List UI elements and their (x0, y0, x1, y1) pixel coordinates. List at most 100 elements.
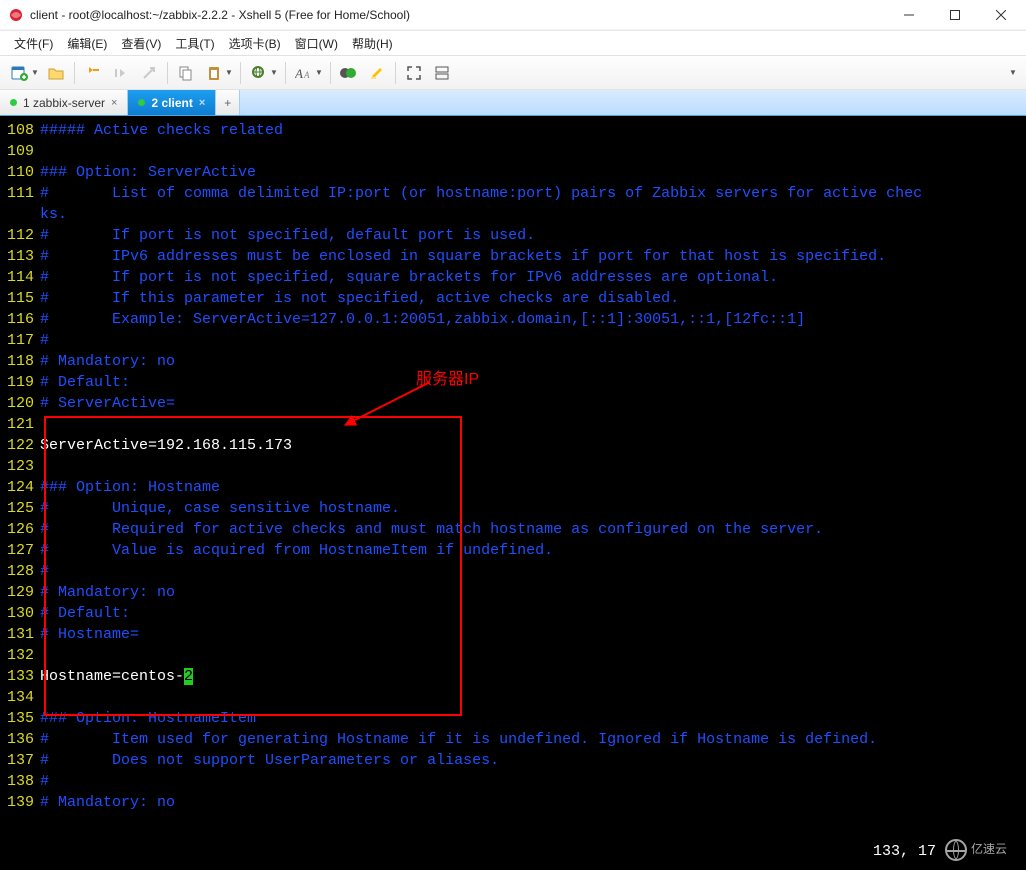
line-number: 136 (2, 729, 40, 750)
color-scheme-button[interactable] (336, 60, 362, 86)
paste-button[interactable] (201, 60, 227, 86)
line-number: 135 (2, 708, 40, 729)
highlight-button[interactable] (364, 60, 390, 86)
paste-dropdown-icon[interactable]: ▼ (225, 68, 233, 77)
tabstrip: 1 zabbix-server × 2 client × + ◄ ► (0, 90, 1026, 116)
line-text: # Required for active checks and must ma… (40, 519, 1026, 540)
cursor-position: 133, 17 (873, 841, 936, 862)
find-dropdown-icon[interactable]: ▼ (270, 68, 278, 77)
tab-label: 1 zabbix-server (23, 96, 105, 110)
menu-file[interactable]: 文件(F) (8, 31, 59, 56)
line-number: 132 (2, 645, 40, 666)
line-text: ServerActive=192.168.115.173 (40, 435, 1026, 456)
new-session-dropdown-icon[interactable]: ▼ (31, 68, 39, 77)
line-number: 131 (2, 624, 40, 645)
line-text: # Mandatory: no (40, 351, 1026, 372)
line-text: # Hostname= (40, 624, 1026, 645)
line-text: # ServerActive= (40, 393, 1026, 414)
line-number: 129 (2, 582, 40, 603)
svg-text:A: A (303, 70, 310, 80)
status-dot-icon (10, 99, 17, 106)
font-dropdown-icon[interactable]: ▼ (315, 68, 323, 77)
menu-tabs[interactable]: 选项卡(B) (223, 31, 287, 56)
line-text (40, 687, 1026, 708)
reconnect-button[interactable] (80, 60, 106, 86)
line-text: # Default: (40, 603, 1026, 624)
close-icon[interactable]: × (111, 97, 117, 109)
terminal-area[interactable]: 108##### Active checks related109110### … (0, 116, 1026, 870)
line-number: 114 (2, 267, 40, 288)
line-number: 124 (2, 477, 40, 498)
new-session-button[interactable] (7, 60, 33, 86)
maximize-button[interactable] (932, 0, 978, 30)
line-text: # Does not support UserParameters or ali… (40, 750, 1026, 771)
close-icon[interactable]: × (199, 97, 205, 109)
app-icon (8, 7, 24, 23)
line-text: # (40, 330, 1026, 351)
line-text (40, 645, 1026, 666)
menu-edit[interactable]: 编辑(E) (61, 31, 113, 56)
copy-button[interactable] (173, 60, 199, 86)
menu-window[interactable]: 窗口(W) (289, 31, 344, 56)
separator-icon (167, 62, 168, 84)
print-button[interactable] (136, 60, 162, 86)
toolbar-overflow-icon[interactable]: ▼ (1009, 68, 1017, 77)
menubar: 文件(F) 编辑(E) 查看(V) 工具(T) 选项卡(B) 窗口(W) 帮助(… (0, 30, 1026, 56)
line-number (2, 204, 40, 225)
line-number: 108 (2, 120, 40, 141)
line-number: 111 (2, 183, 40, 204)
line-text: # (40, 771, 1026, 792)
line-text: ### Option: Hostname (40, 477, 1026, 498)
line-text: # Item used for generating Hostname if i… (40, 729, 1026, 750)
line-number: 121 (2, 414, 40, 435)
line-text: ks. (40, 204, 1026, 225)
disconnect-button[interactable] (108, 60, 134, 86)
line-number: 123 (2, 456, 40, 477)
line-text: # IPv6 addresses must be enclosed in squ… (40, 246, 1026, 267)
tab-client[interactable]: 2 client × (128, 90, 216, 115)
tab-label: 2 client (151, 96, 192, 110)
line-text: # Example: ServerActive=127.0.0.1:20051,… (40, 309, 1026, 330)
line-number: 127 (2, 540, 40, 561)
line-text: # Default: (40, 372, 1026, 393)
line-number: 112 (2, 225, 40, 246)
plus-icon: + (224, 96, 231, 110)
tab-add[interactable]: + (216, 90, 240, 115)
line-number: 128 (2, 561, 40, 582)
separator-icon (240, 62, 241, 84)
line-text: # If this parameter is not specified, ac… (40, 288, 1026, 309)
line-text: # Mandatory: no (40, 792, 1026, 813)
separator-icon (330, 62, 331, 84)
svg-text:A: A (295, 66, 303, 81)
window-controls (886, 0, 1024, 30)
separator-icon (285, 62, 286, 84)
terminal-content[interactable]: 108##### Active checks related109110### … (0, 116, 1026, 870)
line-number: 137 (2, 750, 40, 771)
separator-icon (395, 62, 396, 84)
fullscreen-button[interactable] (401, 60, 427, 86)
minimize-button[interactable] (886, 0, 932, 30)
line-text: ### Option: ServerActive (40, 162, 1026, 183)
line-number: 130 (2, 603, 40, 624)
line-number: 139 (2, 792, 40, 813)
tab-scroll-arrows[interactable]: ◄ ► (1002, 90, 1022, 115)
line-number: 117 (2, 330, 40, 351)
line-text (40, 141, 1026, 162)
close-button[interactable] (978, 0, 1024, 30)
titlebar: client - root@localhost:~/zabbix-2.2.2 -… (0, 0, 1026, 30)
font-button[interactable]: AA (291, 60, 317, 86)
line-number: 125 (2, 498, 40, 519)
menu-help[interactable]: 帮助(H) (346, 31, 399, 56)
find-button[interactable] (246, 60, 272, 86)
open-session-button[interactable] (43, 60, 69, 86)
menu-tools[interactable]: 工具(T) (169, 31, 220, 56)
tab-zabbix-server[interactable]: 1 zabbix-server × (0, 90, 128, 115)
line-number: 115 (2, 288, 40, 309)
line-number: 116 (2, 309, 40, 330)
line-text: # If port is not specified, square brack… (40, 267, 1026, 288)
toggle-panel-button[interactable] (429, 60, 455, 86)
watermark-text: 亿速云 (971, 840, 1007, 861)
line-text (40, 456, 1026, 477)
line-number: 134 (2, 687, 40, 708)
menu-view[interactable]: 查看(V) (115, 31, 167, 56)
